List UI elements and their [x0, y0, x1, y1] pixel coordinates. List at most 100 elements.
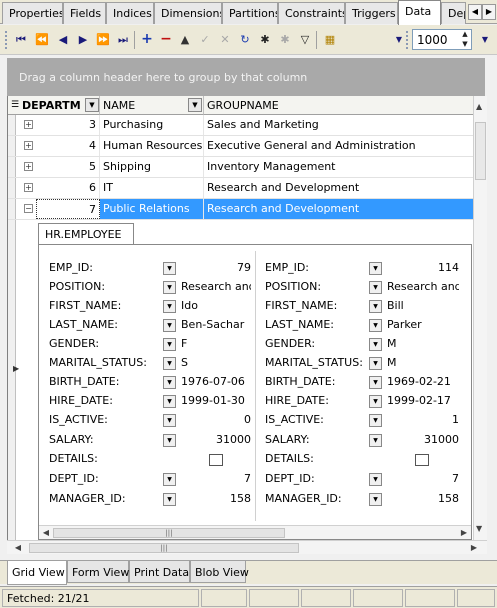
- cancel-icon[interactable]: ✕: [216, 30, 234, 49]
- field-value[interactable]: 31000: [181, 433, 251, 446]
- field-value[interactable]: 0: [181, 413, 251, 426]
- grid-vertical-scrollbar[interactable]: ▲ ▼: [473, 96, 487, 540]
- memo-icon[interactable]: [415, 454, 429, 466]
- field-value[interactable]: Research and: [387, 280, 459, 293]
- prev-page-icon[interactable]: ⏪: [33, 30, 51, 49]
- field-value[interactable]: M: [387, 356, 459, 369]
- scroll-right-icon[interactable]: ▶: [459, 528, 469, 537]
- table-row[interactable]: + 4 Human Resources Executive General an…: [8, 136, 474, 157]
- cell-department-id[interactable]: 7: [36, 199, 100, 219]
- field-dropdown-icon[interactable]: ▼: [369, 262, 382, 275]
- field-value[interactable]: 1969-02-21: [387, 375, 459, 388]
- first-record-icon[interactable]: ⏮: [12, 30, 30, 49]
- field-value[interactable]: Bill: [387, 299, 459, 312]
- memo-icon[interactable]: [209, 454, 223, 466]
- field-dropdown-icon[interactable]: ▼: [163, 338, 176, 351]
- detail-tab-hr-employee[interactable]: HR.EMPLOYEE: [38, 223, 134, 244]
- field-dropdown-icon[interactable]: ▼: [163, 493, 176, 506]
- tab-dep[interactable]: Dep: [441, 2, 466, 24]
- prev-record-icon[interactable]: ◀: [54, 30, 72, 49]
- cell-name[interactable]: Purchasing: [100, 115, 204, 135]
- table-row-selected[interactable]: − 7 Public Relations Research and Develo…: [8, 199, 474, 220]
- tab-scroll-left-icon[interactable]: ◀: [468, 4, 482, 20]
- cell-groupname[interactable]: Research and Development: [204, 199, 474, 219]
- tab-triggers[interactable]: Triggers: [345, 2, 398, 24]
- field-dropdown-icon[interactable]: ▼: [369, 300, 382, 313]
- toolbar-grip-icon[interactable]: [4, 30, 8, 50]
- scroll-thumb[interactable]: [475, 122, 486, 180]
- toolbar-overflow-icon[interactable]: ▼: [479, 30, 491, 49]
- delete-icon[interactable]: −: [157, 30, 175, 49]
- cell-groupname[interactable]: Executive General and Administration: [204, 136, 474, 156]
- cell-groupname[interactable]: Research and Development: [204, 178, 474, 198]
- scroll-left-icon[interactable]: ◀: [41, 528, 51, 537]
- scroll-thumb[interactable]: |||: [29, 543, 299, 553]
- edit-icon[interactable]: ▲: [176, 30, 194, 49]
- field-dropdown-icon[interactable]: ▼: [369, 319, 382, 332]
- field-value[interactable]: 79: [181, 261, 251, 274]
- field-value[interactable]: 1976-07-06: [181, 375, 251, 388]
- export-icon[interactable]: ▦: [321, 30, 339, 49]
- tab-print-data[interactable]: Print Data: [129, 561, 190, 583]
- cell-name[interactable]: Shipping: [100, 157, 204, 177]
- field-value[interactable]: F: [181, 337, 251, 350]
- tab-dimensions[interactable]: Dimensions: [154, 2, 222, 24]
- cell-department-id[interactable]: 4: [36, 136, 100, 156]
- field-dropdown-icon[interactable]: ▼: [163, 319, 176, 332]
- group-by-panel[interactable]: Drag a column header here to group by th…: [7, 58, 485, 96]
- post-icon[interactable]: ✓: [196, 30, 214, 49]
- field-dropdown-icon[interactable]: ▼: [369, 357, 382, 370]
- cell-department-id[interactable]: 6: [36, 178, 100, 198]
- tab-blob-view[interactable]: Blob View: [190, 561, 249, 583]
- size-grip[interactable]: [457, 589, 495, 607]
- next-page-icon[interactable]: ⏩: [94, 30, 112, 49]
- cell-name[interactable]: IT: [100, 178, 204, 198]
- page-size-spin-icon[interactable]: ▲ ▼: [458, 29, 472, 50]
- field-value[interactable]: Ben-Sachar: [181, 318, 251, 331]
- scroll-down-icon[interactable]: ▼: [476, 524, 482, 533]
- field-value[interactable]: 7: [181, 472, 251, 485]
- scroll-up-icon[interactable]: ▲: [476, 102, 482, 111]
- scroll-left-icon[interactable]: ◀: [13, 543, 23, 552]
- cell-groupname[interactable]: Inventory Management: [204, 157, 474, 177]
- detail-horizontal-scrollbar[interactable]: ◀ ||| ▶: [39, 525, 471, 539]
- tab-data[interactable]: Data: [398, 0, 441, 25]
- collapse-icon[interactable]: −: [24, 204, 33, 213]
- filter-icon[interactable]: ▽: [296, 30, 314, 49]
- insert-icon[interactable]: +: [138, 30, 156, 49]
- cell-name[interactable]: Human Resources: [100, 136, 204, 156]
- tab-partitions[interactable]: Partitions: [222, 2, 278, 24]
- tab-grid-view[interactable]: Grid View: [7, 561, 67, 585]
- tab-properties[interactable]: Properties: [2, 2, 63, 24]
- field-value[interactable]: 1999-02-17: [387, 394, 459, 407]
- field-dropdown-icon[interactable]: ▼: [369, 376, 382, 389]
- field-dropdown-icon[interactable]: ▼: [163, 395, 176, 408]
- field-value[interactable]: Parker: [387, 318, 459, 331]
- field-value[interactable]: 158: [181, 492, 251, 505]
- refresh-icon[interactable]: ↻: [236, 30, 254, 49]
- toolbar-grip-icon[interactable]: [405, 30, 409, 50]
- tab-scroll-right-icon[interactable]: ▶: [482, 4, 496, 20]
- field-dropdown-icon[interactable]: ▼: [163, 434, 176, 447]
- last-record-icon[interactable]: ⏭: [114, 30, 132, 49]
- field-dropdown-icon[interactable]: ▼: [163, 262, 176, 275]
- bookmark-icon[interactable]: ✱: [256, 30, 274, 49]
- expand-icon[interactable]: +: [24, 120, 33, 129]
- column-header-groupname[interactable]: GROUPNAME: [204, 96, 474, 115]
- cell-department-id[interactable]: 5: [36, 157, 100, 177]
- toolbar-overflow-icon[interactable]: ▼: [393, 30, 405, 49]
- field-dropdown-icon[interactable]: ▼: [369, 338, 382, 351]
- field-dropdown-icon[interactable]: ▼: [163, 281, 176, 294]
- table-row[interactable]: + 6 IT Research and Development: [8, 178, 474, 199]
- field-value[interactable]: Research and: [181, 280, 251, 293]
- tab-constraints[interactable]: Constraints: [278, 2, 345, 24]
- field-value[interactable]: 1999-01-30: [181, 394, 251, 407]
- field-value[interactable]: 158: [387, 492, 459, 505]
- field-dropdown-icon[interactable]: ▼: [369, 473, 382, 486]
- column-chooser-icon[interactable]: ☰: [11, 100, 19, 110]
- field-dropdown-icon[interactable]: ▼: [369, 281, 382, 294]
- next-record-icon[interactable]: ▶: [74, 30, 92, 49]
- cell-name[interactable]: Public Relations: [100, 199, 204, 219]
- field-value[interactable]: 31000: [387, 433, 459, 446]
- cell-department-id[interactable]: 3: [36, 115, 100, 135]
